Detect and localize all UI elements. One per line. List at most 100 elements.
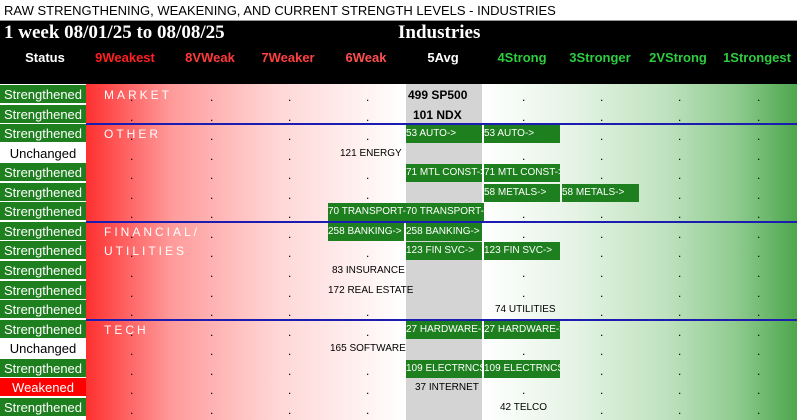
status-cell: Strengthened — [0, 221, 86, 241]
empty-marker: . — [210, 265, 214, 280]
empty-marker: . — [130, 344, 134, 359]
column-header-2vstrong: 2VStrong — [649, 50, 707, 65]
industry-cell[interactable]: 172 REAL ESTATE — [328, 285, 413, 296]
industry-cell[interactable]: 121 ENERGY — [340, 148, 402, 159]
industry-cell[interactable]: 109 ELECTRNCS-> — [484, 359, 560, 378]
column-header-1strongest: 1Strongest — [723, 50, 791, 65]
period-label: 1 week 08/01/25 to 08/08/25 — [4, 22, 225, 43]
column-header-8vweak: 8VWeak — [185, 50, 235, 65]
empty-marker: . — [600, 129, 604, 144]
empty-marker: . — [210, 305, 214, 320]
empty-marker: . — [600, 383, 604, 398]
industry-cell[interactable]: 37 INTERNET — [415, 382, 479, 393]
empty-marker: . — [522, 265, 526, 280]
empty-marker: . — [210, 129, 214, 144]
empty-marker: . — [130, 148, 134, 163]
empty-marker: . — [600, 324, 604, 339]
empty-marker: . — [366, 402, 370, 417]
empty-marker: . — [757, 344, 761, 359]
empty-marker: . — [210, 226, 214, 241]
empty-marker: . — [522, 226, 526, 241]
empty-marker: . — [366, 187, 370, 202]
empty-marker: . — [210, 363, 214, 378]
index-cell[interactable]: 101 NDX — [413, 108, 462, 122]
empty-marker: . — [678, 148, 682, 163]
industry-cell[interactable]: 53 AUTO-> — [406, 125, 482, 144]
empty-marker: . — [130, 187, 134, 202]
industry-cell[interactable]: 83 INSURANCE — [332, 265, 405, 276]
index-cell[interactable]: 499 SP500 — [408, 88, 467, 102]
industry-cell[interactable]: 165 SOFTWARE — [330, 343, 406, 354]
empty-marker: . — [757, 246, 761, 261]
empty-marker: . — [757, 226, 761, 241]
title-band: 1 week 08/01/25 to 08/08/25 Industries — [0, 21, 797, 46]
empty-marker: . — [522, 109, 526, 124]
empty-marker: . — [600, 90, 604, 104]
section-utilities: UTILITIES — [104, 244, 188, 259]
industry-cell[interactable]: 74 UTILITIES — [495, 304, 556, 315]
empty-marker: . — [678, 344, 682, 359]
empty-marker: . — [522, 383, 526, 398]
empty-marker: . — [678, 285, 682, 300]
industry-cell[interactable]: 123 FIN SVC-> — [484, 242, 560, 261]
empty-marker: . — [600, 363, 604, 378]
empty-marker: . — [288, 148, 292, 163]
industry-cell[interactable]: 258 BANKING-> — [328, 222, 404, 241]
empty-marker: . — [288, 305, 292, 320]
industry-cell[interactable]: 71 MTL CONST-> — [406, 164, 482, 183]
empty-marker: . — [366, 363, 370, 378]
empty-marker: . — [757, 324, 761, 339]
empty-marker: . — [600, 109, 604, 124]
empty-marker: . — [757, 285, 761, 300]
status-cell: Strengthened — [0, 397, 86, 417]
empty-marker: . — [366, 383, 370, 398]
empty-marker: . — [757, 402, 761, 417]
section-divider — [86, 123, 797, 126]
status-cell: Strengthened — [0, 300, 86, 320]
empty-marker: . — [366, 129, 370, 144]
industry-cell[interactable]: 53 AUTO-> — [484, 125, 560, 144]
status-cell: Strengthened — [0, 241, 86, 261]
status-cell: Strengthened — [0, 124, 86, 144]
empty-marker: . — [757, 305, 761, 320]
empty-marker: . — [288, 285, 292, 300]
empty-marker: . — [288, 207, 292, 222]
empty-marker: . — [522, 148, 526, 163]
empty-marker: . — [210, 148, 214, 163]
empty-marker: . — [600, 207, 604, 222]
industry-cell[interactable]: 70 TRANSPORT-> — [328, 203, 406, 222]
industry-cell[interactable]: 123 FIN SVC-> — [406, 242, 482, 261]
empty-marker: . — [757, 363, 761, 378]
status-cell: Unchanged — [0, 143, 86, 163]
empty-marker: . — [678, 168, 682, 183]
industry-cell[interactable]: 27 HARDWARE-> — [406, 320, 482, 339]
empty-marker: . — [130, 383, 134, 398]
empty-marker: . — [678, 90, 682, 104]
status-cell: Strengthened — [0, 182, 86, 202]
industry-cell[interactable]: 58 METALS-> — [484, 183, 560, 202]
empty-marker: . — [757, 129, 761, 144]
empty-marker: . — [366, 305, 370, 320]
empty-marker: . — [288, 324, 292, 339]
column-header-9weakest: 9Weakest — [95, 50, 155, 65]
empty-marker: . — [210, 383, 214, 398]
empty-marker: . — [757, 168, 761, 183]
status-cell: Strengthened — [0, 319, 86, 339]
industry-cell[interactable]: 70 TRANSPORT-> — [406, 203, 484, 222]
empty-marker: . — [678, 226, 682, 241]
industry-cell[interactable]: 58 METALS-> — [562, 183, 639, 202]
industry-cell[interactable]: 109 ELECTRNCS-> — [406, 359, 482, 378]
empty-marker: . — [600, 246, 604, 261]
empty-marker: . — [210, 187, 214, 202]
industry-cell[interactable]: 258 BANKING-> — [406, 222, 482, 241]
empty-marker: . — [130, 402, 134, 417]
industry-cell[interactable]: 71 MTL CONST-> — [484, 164, 560, 183]
empty-marker: . — [522, 285, 526, 300]
empty-marker: . — [678, 109, 682, 124]
empty-marker: . — [288, 344, 292, 359]
empty-marker: . — [600, 226, 604, 241]
empty-marker: . — [210, 285, 214, 300]
industry-cell[interactable]: 42 TELCO — [500, 402, 547, 413]
industry-cell[interactable]: 27 HARDWARE-> — [484, 320, 560, 339]
empty-marker: . — [288, 363, 292, 378]
